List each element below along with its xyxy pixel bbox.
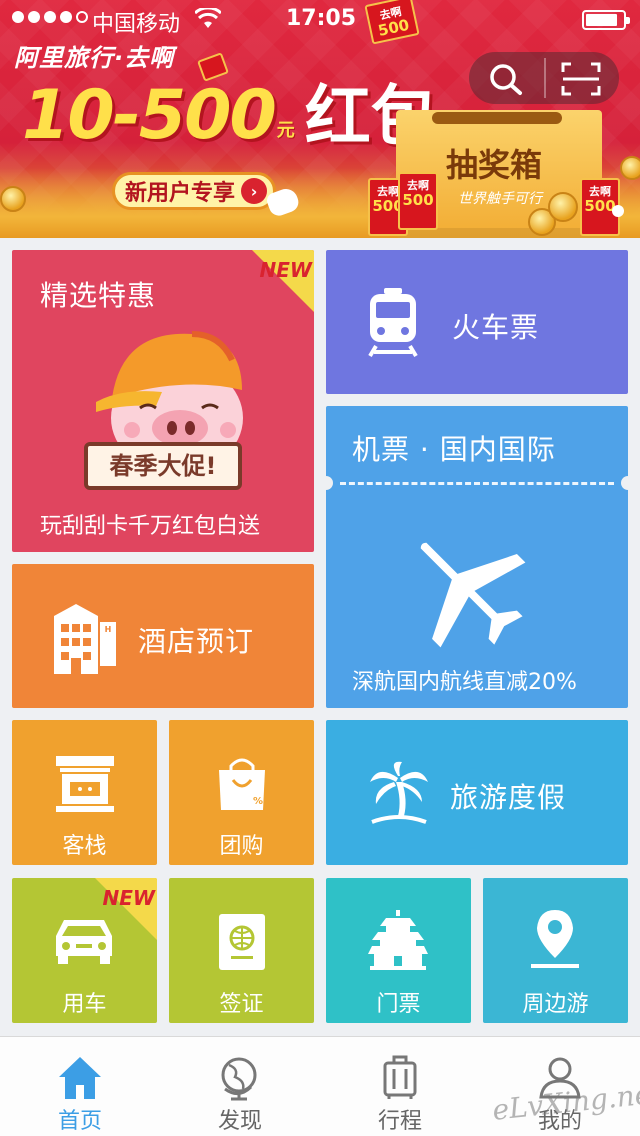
new-badge: NEW xyxy=(102,886,155,910)
dashed-divider xyxy=(340,482,614,485)
tab-home-label: 首页 xyxy=(57,1109,102,1134)
promo-banner[interactable]: 中国移动 17:05 阿里旅行·去啊 10-500 元 红包 新用户专享 › 去… xyxy=(0,0,640,238)
temple-icon xyxy=(368,910,428,970)
lottery-box-title: 抽奖箱 xyxy=(446,146,543,184)
spring-promo-sign: 春季大促! xyxy=(84,442,242,490)
scan-icon[interactable] xyxy=(561,62,601,96)
tile-flights-label: 机票 · 国内国际 xyxy=(352,433,556,466)
tile-attraction-tickets-label: 门票 xyxy=(376,992,421,1017)
ticket-notch xyxy=(326,476,333,490)
tile-hotel-booking-label: 酒店预订 xyxy=(138,625,255,658)
tile-group-buy-label: 团购 xyxy=(219,834,264,859)
status-bar: 中国移动 17:05 xyxy=(0,0,640,40)
hotel-icon: H xyxy=(54,604,116,674)
tile-visa-label: 签证 xyxy=(219,992,264,1017)
tile-vacation[interactable]: 旅游度假 xyxy=(326,720,628,865)
tile-attraction-tickets[interactable]: 门票 xyxy=(326,878,471,1023)
carousel-indicator xyxy=(612,205,624,217)
tab-home[interactable]: 首页 xyxy=(0,1037,160,1136)
tile-inn[interactable]: 客栈 xyxy=(12,720,157,865)
suitcase-icon xyxy=(383,1055,417,1099)
tile-car-rental[interactable]: NEW 用车 xyxy=(12,878,157,1023)
car-icon xyxy=(56,920,112,964)
tile-featured-deals[interactable]: 精选特惠 NEW 春季大促! 玩刮刮卡千万红包白送 xyxy=(12,250,314,552)
tile-hotel-booking[interactable]: H 酒店预订 xyxy=(12,564,314,708)
globe-icon xyxy=(221,1057,257,1101)
tile-visa[interactable]: 签证 xyxy=(169,878,314,1023)
svg-text:H: H xyxy=(105,625,112,634)
tile-flights-subtitle: 深航国内航线直减20% xyxy=(352,670,577,695)
status-time: 17:05 xyxy=(286,6,357,31)
inn-icon xyxy=(56,756,114,812)
tile-nearby-trips[interactable]: 周边游 xyxy=(483,878,628,1023)
train-icon xyxy=(368,288,418,358)
svg-text:%: % xyxy=(253,796,263,807)
tile-nearby-trips-label: 周边游 xyxy=(522,992,589,1017)
battery-icon xyxy=(582,10,630,30)
tile-group-buy[interactable]: % 团购 xyxy=(169,720,314,865)
tab-discover-label: 发现 xyxy=(217,1109,262,1134)
tile-flights[interactable]: 机票 · 国内国际 深航国内航线直减20% xyxy=(326,406,628,708)
new-user-button-label: 新用户专享 xyxy=(125,181,236,206)
search-icon[interactable] xyxy=(487,62,525,96)
tile-inn-label: 客栈 xyxy=(62,834,107,859)
location-pin-icon xyxy=(531,910,579,968)
ticket-notch xyxy=(621,476,628,490)
shopping-bag-icon: % xyxy=(219,758,265,810)
tile-featured-deals-subtitle: 玩刮刮卡千万红包白送 xyxy=(40,514,261,539)
signal-strength-icon xyxy=(12,11,88,23)
banner-headline: 10-500 元 红包 xyxy=(22,82,437,150)
chevron-right-icon: › xyxy=(241,178,268,204)
wifi-icon xyxy=(195,8,221,28)
coin-icon xyxy=(620,156,640,180)
tile-car-rental-label: 用车 xyxy=(62,992,107,1017)
brand-logo: 阿里旅行·去啊 xyxy=(14,44,175,72)
passport-icon xyxy=(219,914,265,970)
tile-featured-deals-label: 精选特惠 xyxy=(40,279,157,312)
tile-train-tickets[interactable]: 火车票 xyxy=(326,250,628,394)
banner-amount: 10-500 xyxy=(22,76,277,155)
tab-itinerary[interactable]: 行程 xyxy=(320,1037,480,1136)
lottery-box-slogan: 世界触手可行 xyxy=(458,191,542,207)
search-scan-pill xyxy=(469,52,619,104)
tile-train-tickets-label: 火车票 xyxy=(452,311,540,344)
tile-vacation-label: 旅游度假 xyxy=(450,781,567,814)
carrier-name: 中国移动 xyxy=(92,12,181,37)
new-user-button[interactable]: 新用户专享 › xyxy=(112,172,276,210)
pill-divider xyxy=(544,58,546,98)
banner-unit: 元 xyxy=(276,120,295,141)
airplane-icon xyxy=(420,542,526,648)
coin-icon xyxy=(548,192,578,222)
palm-tree-icon xyxy=(370,761,428,824)
tab-itinerary-label: 行程 xyxy=(377,1109,422,1134)
coin-icon xyxy=(0,186,26,212)
home-icon xyxy=(59,1057,101,1099)
red-envelope-icon: 去啊 500 xyxy=(398,172,438,230)
new-badge: NEW xyxy=(259,258,312,282)
tab-discover[interactable]: 发现 xyxy=(160,1037,320,1136)
